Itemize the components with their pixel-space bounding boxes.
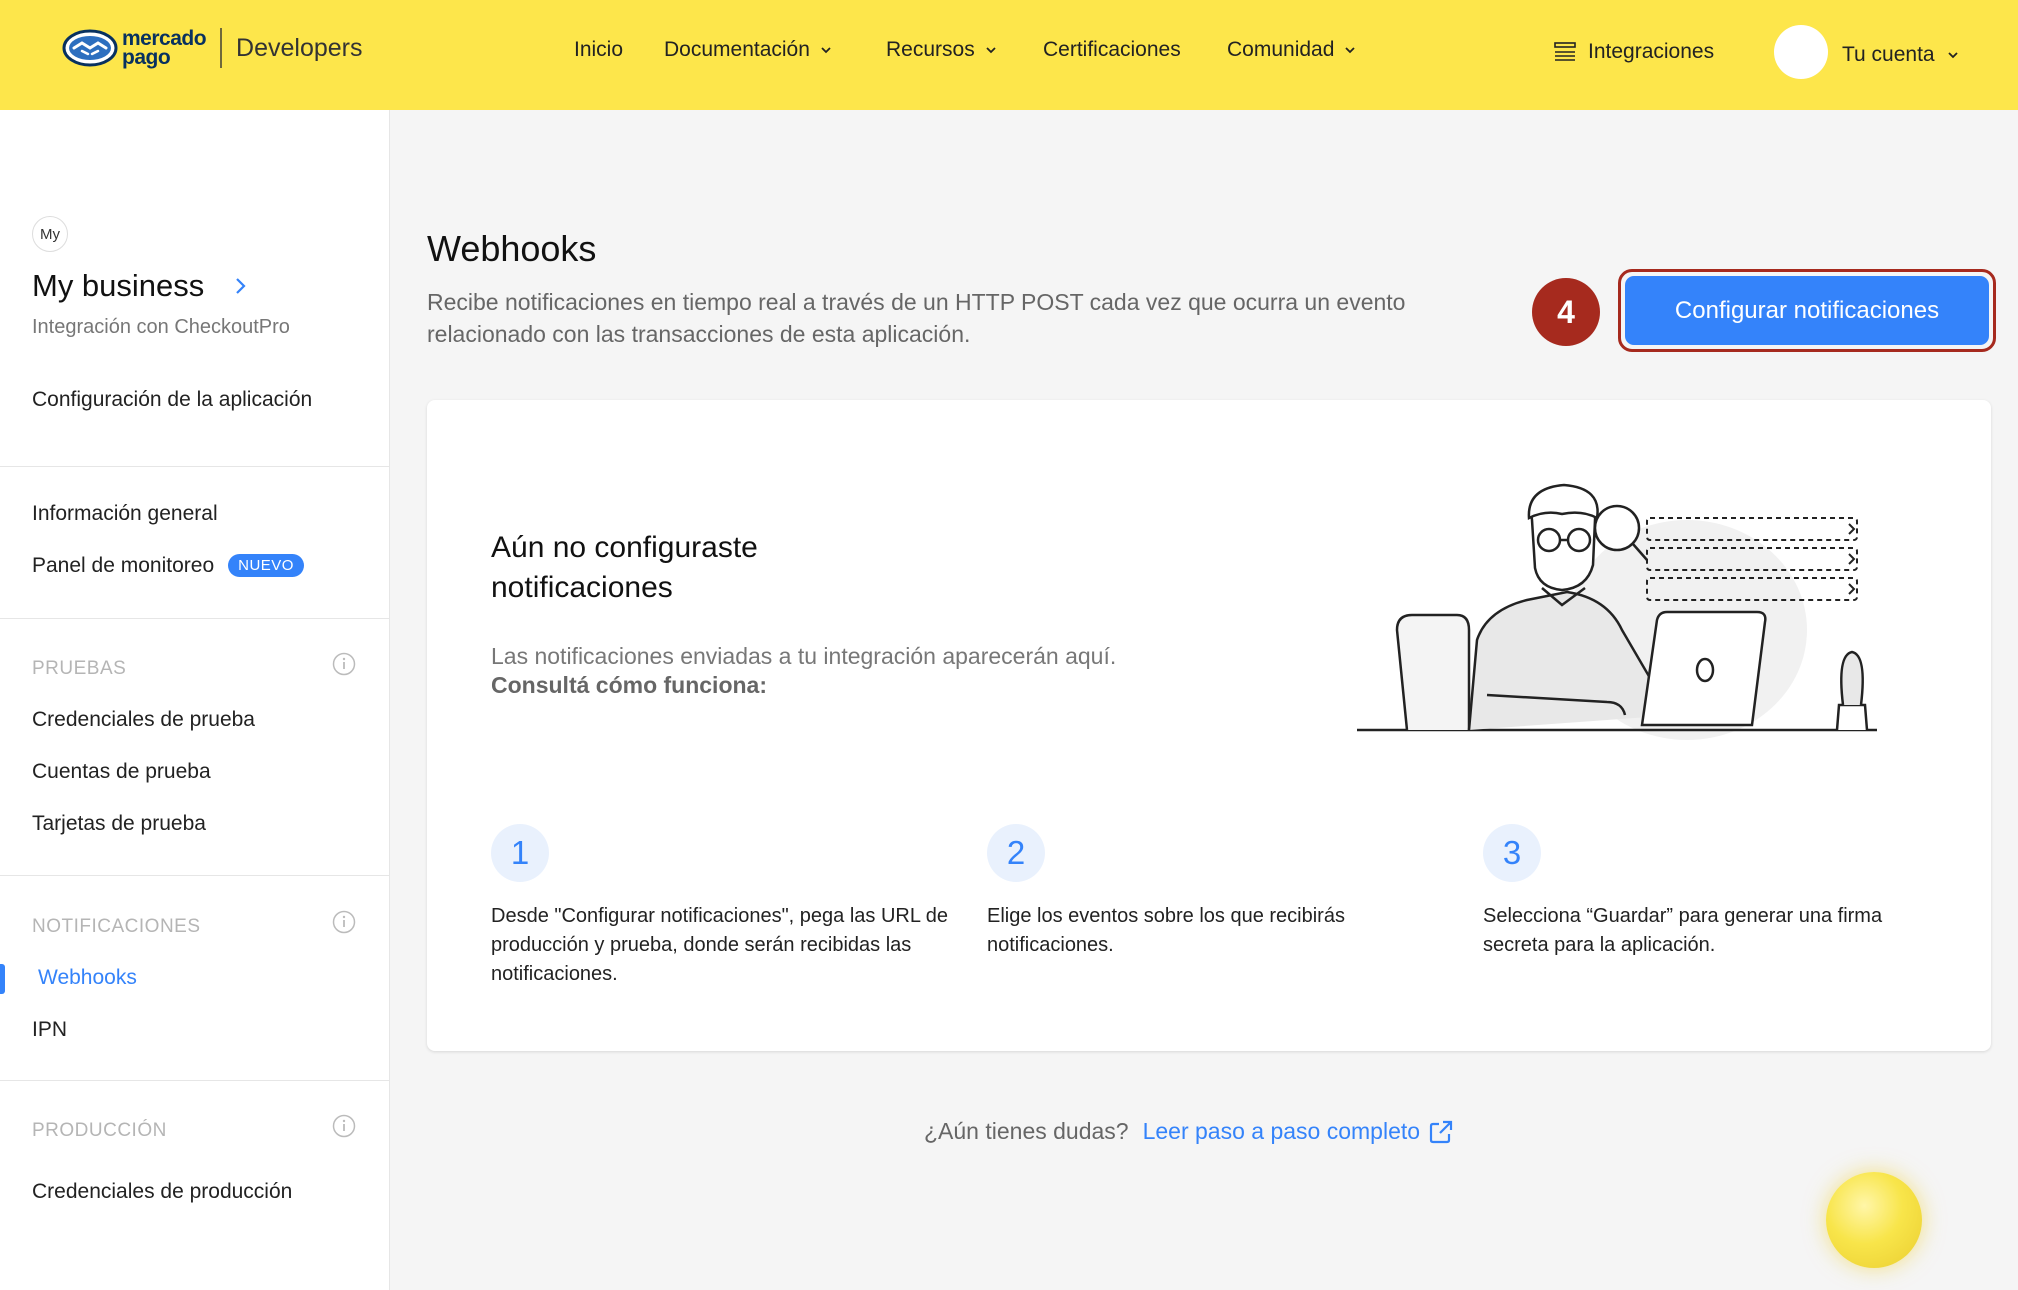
info-icon[interactable] bbox=[332, 652, 356, 676]
nav-documentacion-label: Documentación bbox=[664, 38, 810, 61]
logo-separator bbox=[220, 28, 223, 68]
sidebar-item-test-accounts[interactable]: Cuentas de prueba bbox=[32, 760, 211, 784]
sidebar-item-test-credentials[interactable]: Credenciales de prueba bbox=[32, 708, 255, 732]
sidebar: My My business Integración con CheckoutP… bbox=[0, 110, 390, 1290]
sidebar-item-test-cards[interactable]: Tarjetas de prueba bbox=[32, 812, 206, 836]
section-header-production: PRODUCCIÓN bbox=[32, 1120, 167, 1141]
account-menu[interactable]: Tu cuenta bbox=[1842, 43, 1959, 67]
mercadopago-logo[interactable]: mercado pago Developers bbox=[62, 28, 363, 68]
empty-state-description: Las notificaciones enviadas a tu integra… bbox=[491, 643, 1117, 669]
configure-notifications-highlight[interactable]: Configurar notificaciones bbox=[1618, 269, 1996, 352]
business-selector[interactable]: My business bbox=[32, 268, 248, 304]
step-2-text: Elige los eventos sobre los que recibirá… bbox=[987, 905, 1345, 956]
page-title: Webhooks bbox=[427, 228, 597, 269]
page-description: Recibe notificaciones en tiempo real a t… bbox=[427, 289, 1406, 347]
new-badge: NUEVO bbox=[228, 554, 304, 577]
integrations-label: Integraciones bbox=[1588, 40, 1715, 63]
info-icon[interactable] bbox=[332, 910, 356, 934]
sidebar-item-general-info[interactable]: Información general bbox=[32, 502, 218, 526]
external-link-icon[interactable] bbox=[1428, 1119, 1454, 1145]
sidebar-divider bbox=[0, 466, 390, 467]
business-name: My business bbox=[32, 268, 205, 303]
empty-state-title: Aún no configuraste notificaciones bbox=[491, 531, 758, 604]
chat-assistant-bubble[interactable] bbox=[1826, 1172, 1922, 1268]
logo-word-2: pago bbox=[122, 46, 171, 69]
section-header-notifications: NOTIFICACIONES bbox=[32, 916, 201, 937]
step-3-number: 3 bbox=[1483, 824, 1541, 882]
user-avatar[interactable] bbox=[1774, 25, 1828, 79]
nav-recursos-label: Recursos bbox=[886, 38, 975, 61]
chevron-down-icon bbox=[986, 47, 996, 54]
help-footer: ¿Aún tienes dudas? Leer paso a paso comp… bbox=[924, 1118, 1454, 1145]
business-subtitle: Integración con CheckoutPro bbox=[32, 316, 290, 338]
chevron-down-icon bbox=[1345, 47, 1356, 54]
empty-state-card: Aún no configuraste notificaciones Las n… bbox=[427, 400, 1991, 1051]
sidebar-item-webhooks[interactable]: Webhooks bbox=[38, 966, 137, 990]
info-icon[interactable] bbox=[332, 1114, 356, 1138]
sidebar-item-app-config[interactable]: Configuración de la aplicación bbox=[32, 388, 312, 412]
integrations-link[interactable]: Integraciones bbox=[1554, 40, 1714, 64]
account-label: Tu cuenta bbox=[1842, 43, 1935, 66]
business-avatar: My bbox=[32, 216, 68, 252]
sidebar-divider bbox=[0, 618, 390, 619]
sidebar-item-prod-credentials[interactable]: Credenciales de producción bbox=[32, 1180, 292, 1204]
how-it-works-link[interactable]: Consultá cómo funciona: bbox=[491, 672, 767, 699]
nav-inicio-label: Inicio bbox=[574, 38, 624, 61]
logo-wordmark: mercado pago bbox=[122, 28, 207, 69]
list-icon bbox=[1554, 42, 1576, 61]
read-guide-link[interactable]: Leer paso a paso completo bbox=[1143, 1118, 1420, 1145]
sidebar-divider bbox=[0, 1080, 390, 1081]
step-number-badge: 4 bbox=[1532, 278, 1600, 346]
step-1-text: Desde "Configurar notificaciones", pega … bbox=[491, 905, 949, 985]
help-question: ¿Aún tienes dudas? bbox=[924, 1118, 1129, 1144]
monitor-panel-label: Panel de monitoreo bbox=[32, 554, 215, 577]
chevron-right-icon bbox=[236, 278, 246, 294]
sidebar-item-ipn[interactable]: IPN bbox=[32, 1018, 67, 1042]
chevron-down-icon bbox=[821, 47, 831, 54]
developer-illustration bbox=[1357, 483, 1877, 740]
nav-comunidad[interactable]: Comunidad bbox=[1227, 38, 1356, 62]
nav-documentacion[interactable]: Documentación bbox=[664, 38, 832, 62]
configure-notifications-button[interactable]: Configurar notificaciones bbox=[1625, 276, 1989, 345]
step-2-number: 2 bbox=[987, 824, 1045, 882]
active-indicator bbox=[0, 964, 5, 994]
sidebar-divider bbox=[0, 875, 390, 876]
chevron-down-icon bbox=[1947, 52, 1958, 59]
nav-certificaciones[interactable]: Certificaciones bbox=[1043, 38, 1181, 62]
step-3-text: Selecciona “Guardar” para generar una fi… bbox=[1483, 905, 1883, 956]
step-1-number: 1 bbox=[491, 824, 549, 882]
product-name: Developers bbox=[236, 33, 363, 62]
nav-comunidad-label: Comunidad bbox=[1227, 38, 1335, 61]
nav-inicio[interactable]: Inicio bbox=[574, 38, 623, 62]
sidebar-item-monitor-panel[interactable]: Panel de monitoreo NUEVO bbox=[32, 554, 304, 578]
top-header: mercado pago Developers Inicio Documenta… bbox=[0, 0, 2018, 110]
section-header-tests: PRUEBAS bbox=[32, 658, 127, 679]
nav-certificaciones-label: Certificaciones bbox=[1043, 38, 1181, 61]
nav-recursos[interactable]: Recursos bbox=[886, 38, 997, 62]
handshake-logo-icon bbox=[62, 29, 118, 67]
